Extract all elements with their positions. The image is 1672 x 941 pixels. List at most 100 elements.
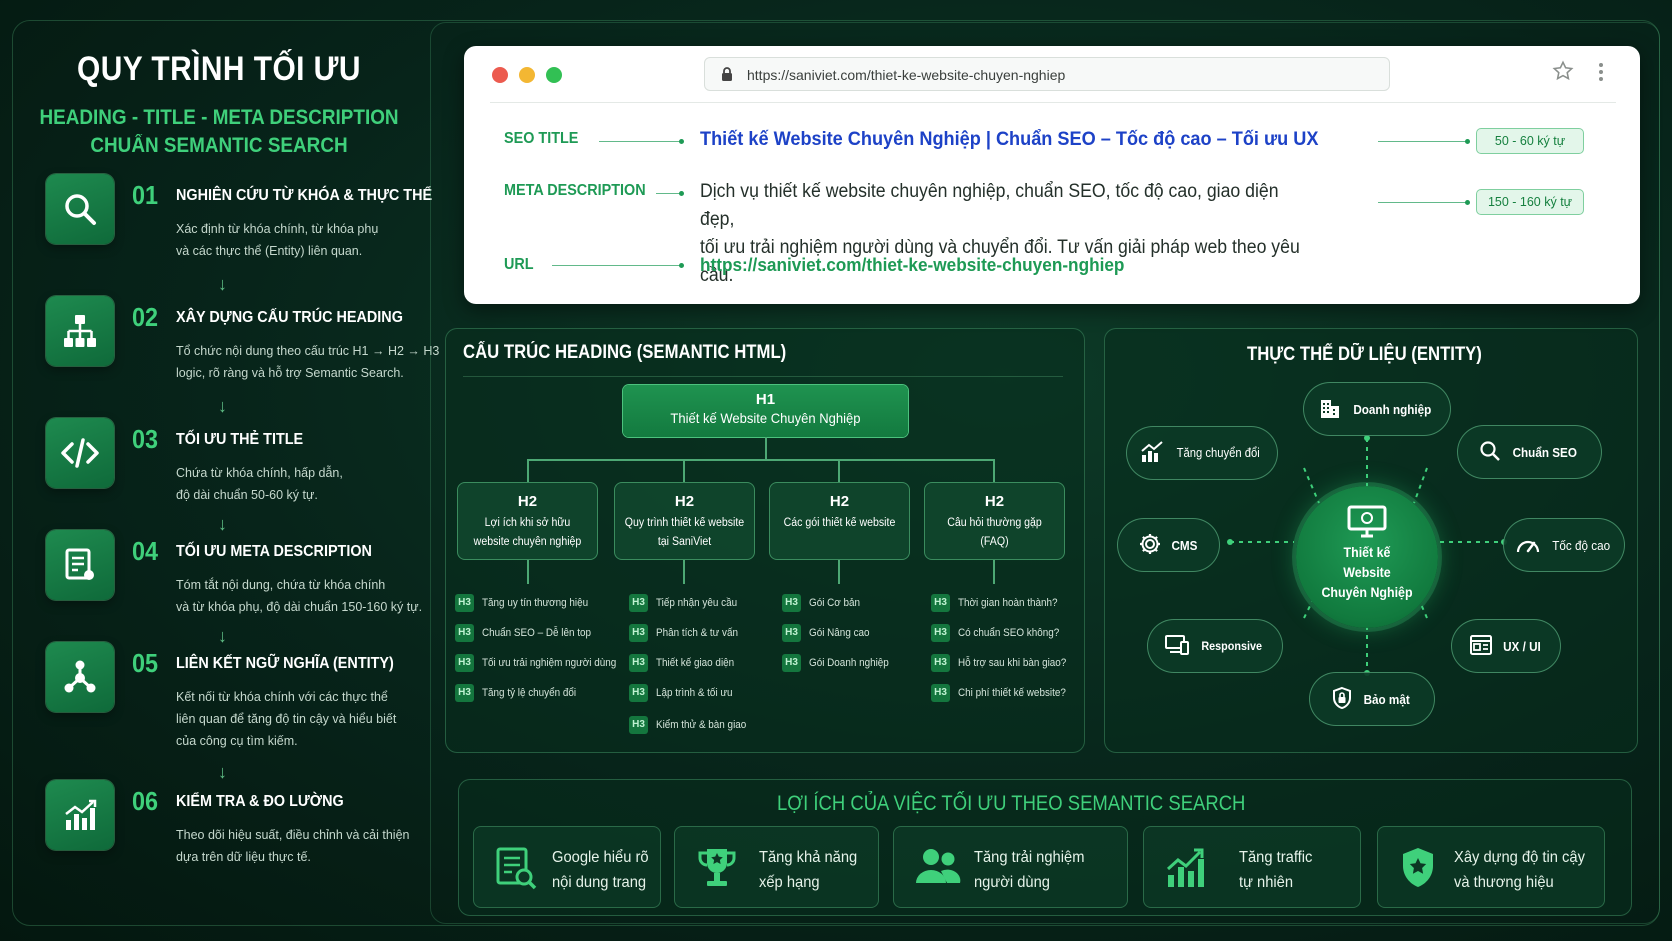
h3-item: H3 Kiểm thử & bàn giao	[629, 716, 756, 736]
h3-badge: H3	[629, 654, 648, 672]
h2-node: H2 Các gói thiết kế website	[769, 482, 910, 560]
entity-node-responsive: Responsive	[1147, 619, 1283, 673]
h1-text: Thiết kế Website Chuyên Nghiệp	[670, 410, 861, 426]
arrow-down-icon: ↓	[218, 396, 227, 416]
h3-item: H3 Thời gian hoàn thành?	[931, 594, 1069, 614]
document-icon	[46, 530, 114, 600]
building-icon	[1319, 397, 1341, 422]
h3-badge: H3	[629, 716, 648, 734]
h2-tag: H2	[829, 493, 850, 510]
h3-label: Thiết kế giao diện	[656, 657, 735, 669]
document-search-icon	[494, 845, 538, 896]
h3-label: Tối ưu trải nghiệm người dùng	[482, 657, 617, 669]
users-icon	[914, 845, 962, 894]
h3-item: H3 Gói Nâng cao	[782, 624, 876, 644]
step-2: 02 XÂY DỰNG CẤU TRÚC HEADING Tổ chức nội…	[32, 296, 439, 396]
tree-connector	[838, 560, 840, 584]
entity-node-doanh-nghiep: Doanh nghiệp	[1303, 382, 1451, 436]
lock-icon	[721, 66, 733, 87]
step-title: XÂY DỰNG CẤU TRÚC HEADING	[176, 309, 403, 326]
panel-divider	[463, 376, 1063, 377]
entity-node-label: CMS	[1171, 537, 1198, 553]
h2-text: Lợi ích khi sở hữu website chuyên nghiệp	[473, 517, 582, 548]
entity-node-label: Tốc độ cao	[1552, 537, 1610, 553]
entity-center-label: Thiết kế Website Chuyên Nghiệp	[1321, 545, 1413, 600]
devices-icon	[1164, 634, 1190, 659]
h3-item: H3 Gói Cơ bản	[782, 594, 866, 614]
h3-label: Tăng uy tín thương hiệu	[482, 597, 589, 609]
step-number: 02	[132, 302, 159, 332]
maximize-dot-icon[interactable]	[546, 67, 562, 83]
address-bar[interactable]: https://saniviet.com/thiet-ke-website-ch…	[704, 57, 1390, 91]
step-number: 04	[132, 536, 159, 566]
more-menu-icon[interactable]	[1598, 62, 1604, 87]
step-description: Theo dõi hiệu suất, điều chỉnh và cải th…	[176, 828, 410, 864]
step-number: 01	[132, 180, 159, 210]
step-description: Chứa từ khóa chính, hấp dẫn, độ dài chuẩ…	[176, 466, 343, 502]
h3-label: Phân tích & tư vấn	[656, 627, 739, 639]
h3-label: Tiếp nhận yêu cầu	[656, 597, 738, 609]
gear-icon	[1138, 532, 1162, 559]
step-description: Tóm tắt nội dung, chứa từ khóa chính và …	[176, 578, 423, 614]
h3-item: H3 Phân tích & tư vấn	[629, 624, 747, 644]
h3-badge: H3	[629, 624, 648, 642]
h2-text: Các gói thiết kế website	[783, 517, 896, 529]
step-number: 05	[132, 648, 159, 678]
network-icon	[46, 642, 114, 712]
benefit-label: Tăng khả năng xếp hạng	[759, 849, 858, 891]
h3-label: Tăng tỷ lệ chuyển đổi	[482, 687, 577, 699]
h3-label: Kiểm thử & bàn giao	[656, 719, 747, 731]
h3-item: H3 Hỗ trợ sau khi bàn giao?	[931, 654, 1078, 674]
h3-item: H3 Chuẩn SEO – Dễ lên top	[455, 624, 603, 644]
step-number: 06	[132, 786, 159, 816]
minimize-dot-icon[interactable]	[519, 67, 535, 83]
h3-item: H3 Tối ưu trải nghiệm người dùng	[455, 654, 631, 674]
browser-divider	[490, 102, 1616, 103]
seo-title-label: SEO TITLE	[504, 130, 579, 147]
meta-length-badge: 150 - 160 ký tự	[1476, 189, 1584, 215]
url-value-link[interactable]: https://saniviet.com/thiet-ke-website-ch…	[700, 254, 1124, 276]
h3-badge: H3	[931, 654, 950, 672]
h3-item: H3 Chi phí thiết kế website?	[931, 684, 1078, 704]
entity-node-toc-do-cao: Tốc độ cao	[1503, 518, 1625, 572]
close-dot-icon[interactable]	[492, 67, 508, 83]
shield-icon	[1398, 845, 1438, 896]
process-title: QUY TRÌNH TỐI ƯU	[77, 50, 361, 88]
step-title: LIÊN KẾT NGỮ NGHĨA (ENTITY)	[176, 655, 394, 672]
trophy-icon	[695, 845, 739, 896]
benefit-card: Tăng khả năng xếp hạng	[674, 826, 879, 908]
step-3: 03 TỐI ƯU THẺ TITLE Chứa từ khóa chính, …	[32, 418, 424, 518]
monitor-icon	[1296, 504, 1438, 543]
h3-badge: H3	[931, 684, 950, 702]
code-icon	[46, 418, 114, 488]
tree-connector	[683, 560, 685, 584]
h3-badge: H3	[629, 594, 648, 612]
star-icon[interactable]	[1552, 60, 1574, 87]
h3-badge: H3	[455, 624, 474, 642]
heading-structure-title: CẤU TRÚC HEADING (SEMANTIC HTML)	[463, 342, 787, 363]
benefit-label: Tăng trải nghiệm người dùng	[974, 849, 1085, 891]
layout-icon	[1469, 634, 1493, 659]
arrow-down-icon: ↓	[218, 274, 227, 294]
shield-lock-icon	[1331, 686, 1353, 713]
entity-node-ux-ui: UX / UI	[1451, 619, 1561, 673]
h2-tag: H2	[674, 493, 695, 510]
search-icon	[1479, 440, 1501, 465]
tree-connector	[993, 560, 995, 584]
h2-node: H2 Câu hỏi thường gặp (FAQ)	[924, 482, 1065, 560]
meta-description-label: META DESCRIPTION	[504, 182, 646, 199]
h3-item: H3 Thiết kế giao diện	[629, 654, 743, 674]
entity-node-tang-chuyen-doi: Tăng chuyển đổi	[1126, 426, 1278, 480]
h2-text: Quy trình thiết kế website tại SaniViet	[624, 517, 745, 548]
speedometer-icon	[1515, 534, 1541, 557]
benefit-card: Google hiểu rõ nội dung trang	[473, 826, 661, 908]
entity-node-cms: CMS	[1117, 518, 1220, 572]
growth-chart-icon	[1164, 845, 1208, 894]
connector-line	[1378, 139, 1470, 144]
benefit-card: Tăng trải nghiệm người dùng	[893, 826, 1128, 908]
tree-connector	[993, 459, 995, 482]
entity-center-node: Thiết kế Website Chuyên Nghiệp	[1296, 486, 1438, 628]
step-5: 05 LIÊN KẾT NGỮ NGHĨA (ENTITY) Kết nối t…	[32, 642, 424, 748]
h3-label: Thời gian hoàn thành?	[958, 597, 1058, 609]
step-description: Tổ chức nội dung theo cấu trúc H1 → H2 →…	[176, 344, 440, 380]
